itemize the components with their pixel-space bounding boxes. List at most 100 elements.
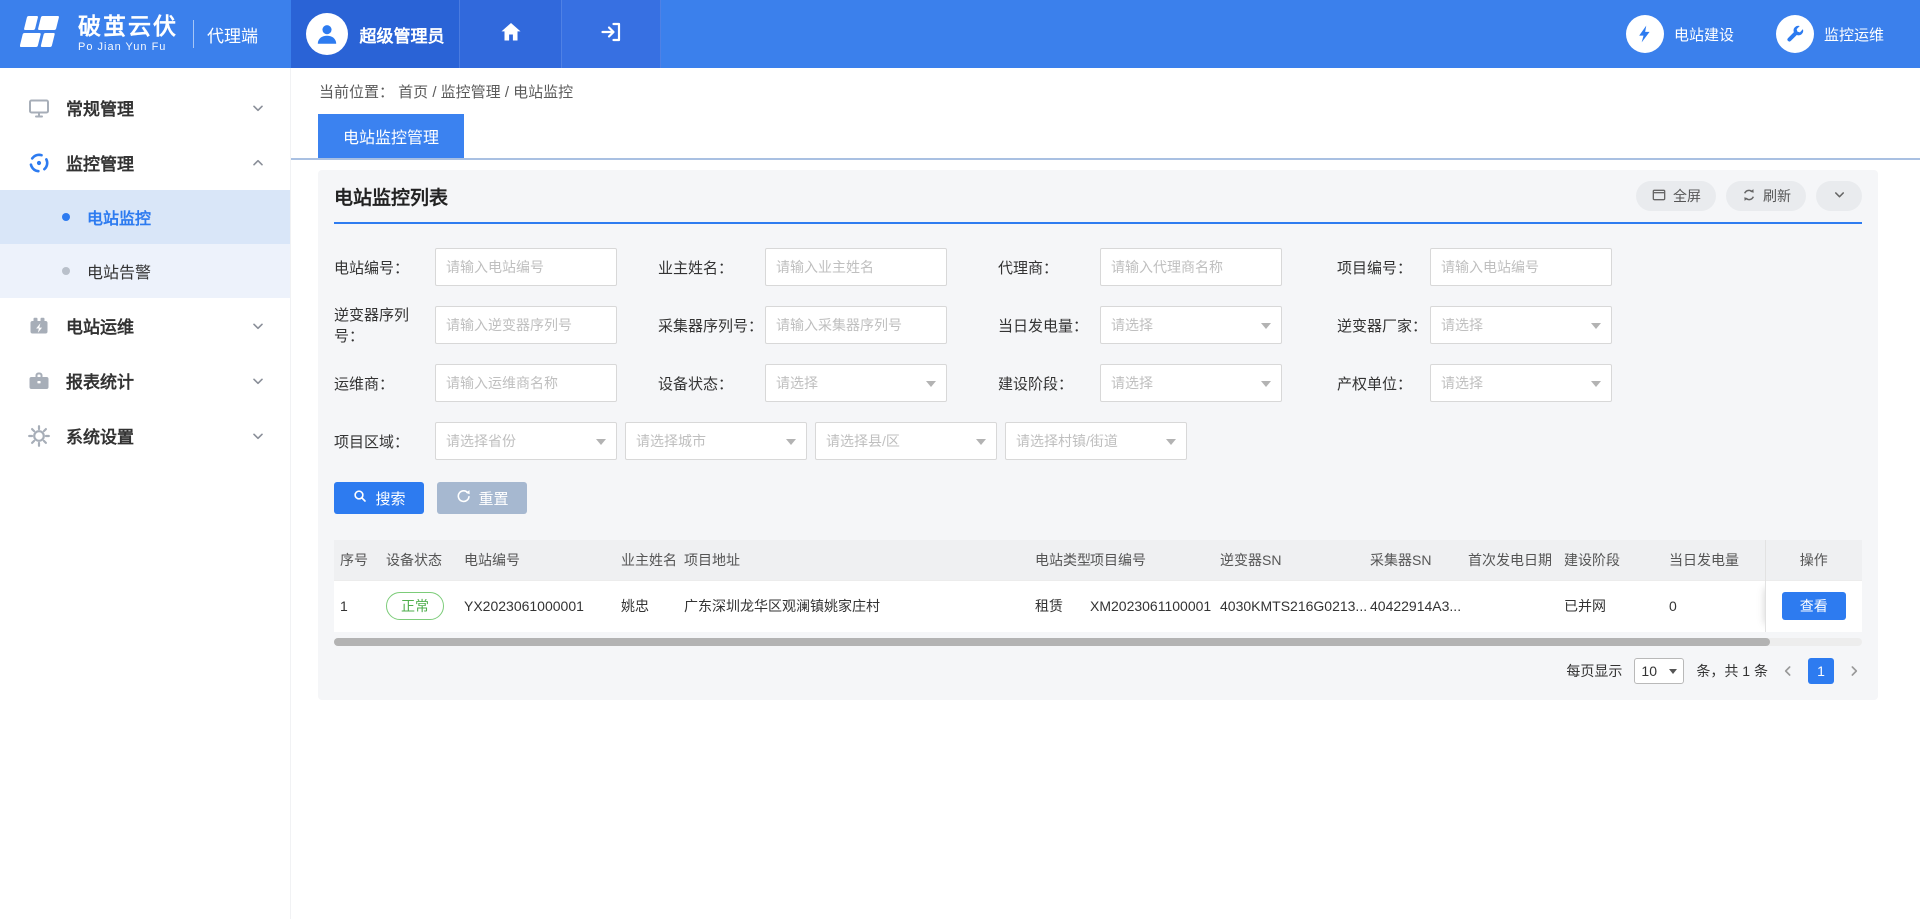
col-index: 序号	[334, 540, 382, 580]
search-label: 搜索	[375, 488, 405, 509]
col-collector-sn: 采集器SN	[1366, 540, 1464, 580]
bolt-icon	[1626, 15, 1664, 53]
filter-row: 项目区域： 请选择省份 请选择城市 请选择县/区 请选择村镇/街道	[334, 412, 1862, 470]
owner-name-input[interactable]	[765, 248, 947, 286]
battery-icon	[27, 314, 51, 338]
filter-label: 当日发电量：	[998, 315, 1100, 336]
cell-actions: 查看	[1765, 580, 1862, 632]
logout-button[interactable]	[561, 0, 661, 68]
per-page-value: 10	[1641, 663, 1657, 679]
home-button[interactable]	[459, 0, 561, 68]
county-select[interactable]: 请选择县/区	[815, 422, 997, 460]
sidebar-item-monitoring-management[interactable]: 监控管理	[0, 135, 290, 190]
logo-subtitle: Po Jian Yun Fu	[78, 42, 178, 53]
cell-address: 广东深圳龙华区观澜镇姚家庄村	[680, 580, 1031, 632]
col-daily-power: 当日发电量	[1665, 540, 1765, 580]
sidebar: 常规管理 监控管理 电站监控 电站告警	[0, 68, 291, 919]
filter-label: 项目编号：	[1337, 257, 1430, 278]
panel-title: 电站监控列表	[334, 183, 448, 210]
sidebar-item-report-statistics[interactable]: 报表统计	[0, 353, 290, 408]
nav-monitoring-ops[interactable]: 监控运维	[1776, 15, 1884, 53]
cell-device-status: 正常	[382, 580, 460, 632]
inverter-sn-input[interactable]	[435, 306, 617, 344]
page-number-button[interactable]: 1	[1808, 658, 1834, 684]
filter-label: 运维商：	[334, 373, 435, 394]
construction-stage-select[interactable]: 请选择	[1100, 364, 1282, 402]
sidebar-item-station-monitoring[interactable]: 电站监控	[0, 190, 290, 244]
collector-sn-input[interactable]	[765, 306, 947, 344]
header-nav: 电站建设 监控运维	[1626, 0, 1920, 68]
filter-inverter-sn: 逆变器序列号：	[334, 306, 617, 344]
sidebar-item-label: 系统设置	[66, 423, 250, 448]
chevron-down-icon	[250, 318, 266, 334]
per-page-label: 每页显示	[1566, 661, 1622, 681]
col-first-power-date: 首次发电日期	[1464, 540, 1560, 580]
filter-agent: 代理商：	[998, 248, 1282, 286]
user-name: 超级管理员	[360, 22, 445, 47]
view-button[interactable]: 查看	[1782, 592, 1846, 620]
fullscreen-label: 全屏	[1673, 186, 1701, 206]
cell-daily-power: 0	[1665, 580, 1765, 632]
cell-station-type: 租赁	[1031, 580, 1086, 632]
filter-ops-provider: 运维商：	[334, 364, 617, 402]
filter-device-status: 设备状态： 请选择	[658, 364, 947, 402]
station-no-input[interactable]	[435, 248, 617, 286]
sidebar-item-station-operations[interactable]: 电站运维	[0, 298, 290, 353]
chevron-down-icon	[250, 100, 266, 116]
top-header: 破茧云伏 Po Jian Yun Fu 代理端 超级管理员	[0, 0, 1920, 68]
cell-first-power-date	[1464, 580, 1560, 632]
filter-owner-name: 业主姓名：	[658, 248, 947, 286]
fullscreen-button[interactable]: 全屏	[1636, 181, 1716, 211]
refresh-button[interactable]: 刷新	[1726, 181, 1806, 211]
inverter-maker-select[interactable]: 请选择	[1430, 306, 1612, 344]
filter-collector-sn: 采集器序列号：	[658, 306, 947, 344]
nav-station-construction[interactable]: 电站建设	[1626, 15, 1734, 53]
home-icon	[499, 20, 523, 49]
sidebar-subitem-label: 电站告警	[87, 259, 151, 283]
bullet-icon	[62, 267, 70, 275]
search-button[interactable]: 搜索	[334, 482, 424, 514]
scrollbar-thumb[interactable]	[334, 638, 1770, 646]
per-page-select[interactable]: 10	[1634, 658, 1684, 684]
sidebar-item-general-management[interactable]: 常规管理	[0, 80, 290, 135]
ops-provider-input[interactable]	[435, 364, 617, 402]
logo-title: 破茧云伏	[78, 15, 178, 38]
collapse-panel-button[interactable]	[1816, 181, 1862, 211]
tab-bar: 电站监控管理	[291, 114, 1920, 160]
network-icon	[27, 151, 51, 175]
next-page-button[interactable]	[1846, 663, 1862, 679]
fullscreen-icon	[1651, 187, 1667, 206]
reset-button[interactable]: 重置	[437, 482, 527, 514]
property-owner-select[interactable]: 请选择	[1430, 364, 1612, 402]
nav-label: 电站建设	[1674, 24, 1734, 45]
agent-input[interactable]	[1100, 248, 1282, 286]
filter-label: 逆变器厂家：	[1337, 315, 1430, 336]
col-inverter-sn: 逆变器SN	[1216, 540, 1366, 580]
col-actions: 操作	[1765, 540, 1862, 580]
reset-label: 重置	[478, 488, 508, 509]
filter-label: 产权单位：	[1337, 373, 1430, 394]
cell-stage: 已并网	[1560, 580, 1665, 632]
horizontal-scrollbar	[334, 638, 1862, 646]
prev-page-button[interactable]	[1780, 663, 1796, 679]
province-select[interactable]: 请选择省份	[435, 422, 617, 460]
sidebar-item-station-alerts[interactable]: 电站告警	[0, 244, 290, 298]
monitor-icon	[27, 96, 51, 120]
town-select[interactable]: 请选择村镇/街道	[1005, 422, 1187, 460]
filter-label: 业主姓名：	[658, 257, 765, 278]
daily-power-select[interactable]: 请选择	[1100, 306, 1282, 344]
refresh-label: 刷新	[1763, 186, 1791, 206]
city-select[interactable]: 请选择城市	[625, 422, 807, 460]
nav-label: 监控运维	[1824, 24, 1884, 45]
device-status-select[interactable]: 请选择	[765, 364, 947, 402]
filter-label: 设备状态：	[658, 373, 765, 394]
sidebar-item-system-settings[interactable]: 系统设置	[0, 408, 290, 463]
wrench-icon	[1776, 15, 1814, 53]
station-monitoring-panel: 电站监控列表 全屏	[318, 170, 1878, 700]
tab-station-monitoring-management[interactable]: 电站监控管理	[318, 114, 464, 158]
project-no-input[interactable]	[1430, 248, 1612, 286]
user-menu-button[interactable]: 超级管理员	[291, 0, 459, 68]
reset-icon	[455, 488, 471, 508]
sidebar-item-label: 常规管理	[66, 95, 250, 120]
avatar	[306, 13, 348, 55]
